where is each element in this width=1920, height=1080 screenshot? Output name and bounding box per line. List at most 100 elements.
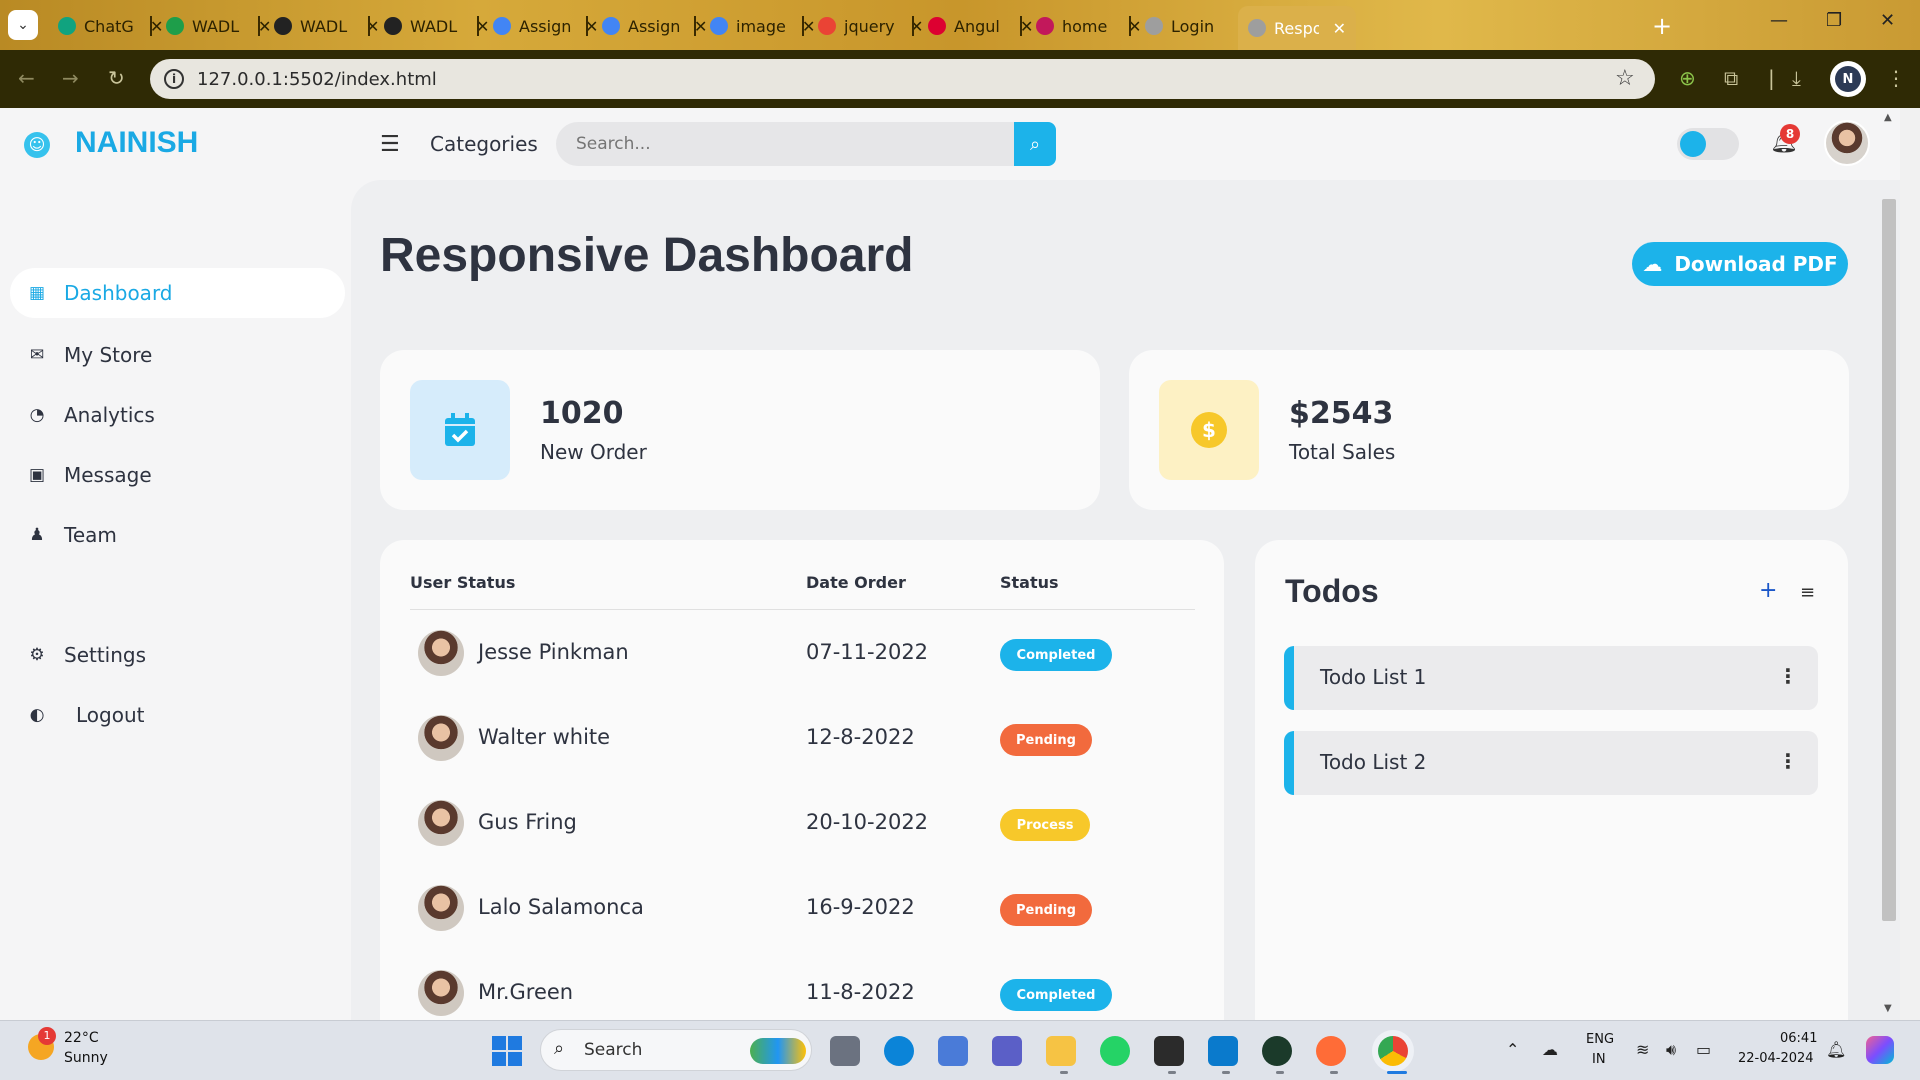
back-button[interactable]: ← — [18, 66, 35, 90]
close-window-button[interactable]: ✕ — [1880, 10, 1895, 31]
site-info-icon[interactable]: i — [164, 69, 184, 89]
row-avatar — [418, 800, 464, 846]
table-header-status: Status — [1000, 573, 1059, 592]
tab-search-button[interactable]: ⌄ — [8, 10, 38, 40]
scroll-down-arrow[interactable]: ▼ — [1884, 1003, 1892, 1014]
row-date: 12-8-2022 — [806, 725, 915, 749]
tab-title: image — [736, 16, 786, 36]
more-options-icon[interactable]: ⋮ — [1778, 664, 1798, 688]
sidebar-item-team[interactable]: ♟ Team — [10, 510, 345, 560]
browser-tab[interactable]: ChatG ✕ — [48, 6, 173, 46]
weather-temp[interactable]: 22°C — [64, 1030, 99, 1046]
running-indicator — [1168, 1071, 1176, 1074]
dollar-circle-icon: $ — [1159, 380, 1259, 480]
browser-tab[interactable]: Angul ✕ — [918, 6, 1043, 46]
sidebar-item-label: Dashboard — [64, 281, 173, 305]
user-avatar[interactable] — [1824, 120, 1870, 166]
browser-tab[interactable]: image ✕ — [700, 6, 825, 46]
input-language[interactable]: ENG — [1586, 1032, 1614, 1047]
minimize-button[interactable]: — — [1770, 10, 1788, 31]
new-tab-button[interactable]: + — [1652, 12, 1672, 40]
copilot-icon[interactable] — [1866, 1036, 1894, 1064]
tab-close-icon[interactable]: ✕ — [1333, 19, 1346, 38]
status-badge: Pending — [1000, 724, 1092, 756]
row-user-name: Jesse Pinkman — [478, 640, 629, 664]
downloads-icon[interactable]: ⤓ — [1792, 66, 1801, 90]
theme-toggle-knob[interactable] — [1680, 131, 1706, 157]
download-pdf-label: Download PDF — [1674, 252, 1838, 276]
browser-tab[interactable]: home ✕ — [1026, 6, 1151, 46]
address-url[interactable]: 127.0.0.1:5502/index.html — [197, 69, 437, 90]
wifi-icon[interactable]: ≋ — [1636, 1040, 1649, 1059]
chrome-icon[interactable] — [1378, 1036, 1408, 1066]
toolbar-divider: | — [1768, 66, 1775, 90]
scroll-up-arrow[interactable]: ▲ — [1884, 112, 1892, 123]
sidebar-item-logout[interactable]: ◐ Logout — [10, 690, 345, 740]
browser-tab[interactable]: WADL ✕ — [264, 6, 389, 46]
input-region[interactable]: IN — [1592, 1052, 1606, 1067]
brand-name[interactable]: NAINISH — [75, 126, 198, 160]
browser-tab[interactable]: jquery ✕ — [808, 6, 933, 46]
weather-condition[interactable]: Sunny — [64, 1050, 108, 1066]
notifications-bell-icon[interactable]: 🔔︎ — [1826, 1040, 1846, 1059]
profile-button[interactable]: N — [1830, 61, 1866, 97]
mongodb-icon[interactable] — [1262, 1036, 1292, 1066]
menu-toggle-icon[interactable]: ☰ — [380, 132, 400, 157]
more-options-icon[interactable]: ⋮ — [1778, 749, 1798, 773]
taskbar-search-label[interactable]: Search — [584, 1040, 642, 1060]
reload-button[interactable]: ↻ — [108, 66, 125, 90]
search-button[interactable]: ⌕ — [1014, 122, 1056, 166]
battery-icon[interactable]: ▭ — [1696, 1040, 1711, 1059]
onedrive-icon[interactable]: ☁ — [1542, 1040, 1558, 1059]
search-highlight-icon[interactable] — [750, 1038, 806, 1064]
browser-tab[interactable]: WADL ✕ — [156, 6, 281, 46]
tab-favicon-icon — [710, 17, 728, 35]
clock-date[interactable]: 22-04-2024 — [1738, 1051, 1814, 1066]
stat-label: New Order — [540, 440, 647, 464]
sidebar-item-label: Analytics — [64, 403, 155, 427]
sidebar-item-my-store[interactable]: ✉ My Store — [10, 330, 345, 380]
sidebar-item-analytics[interactable]: ◔ Analytics — [10, 390, 345, 440]
volume-icon[interactable]: 🔊︎ — [1666, 1040, 1676, 1060]
teams-icon[interactable] — [992, 1036, 1022, 1066]
clock-time[interactable]: 06:41 — [1780, 1031, 1817, 1046]
vscode-icon[interactable] — [1208, 1036, 1238, 1066]
search-input[interactable] — [556, 122, 1014, 166]
browser-tab[interactable]: Assign ✕ — [483, 6, 608, 46]
filter-icon[interactable]: ≡ — [1800, 582, 1815, 603]
add-todo-icon[interactable]: + — [1759, 578, 1777, 603]
bookmark-star-icon[interactable]: ☆ — [1615, 66, 1635, 91]
tray-overflow-icon[interactable]: ⌃ — [1506, 1040, 1519, 1059]
start-button[interactable] — [492, 1036, 522, 1066]
edge-icon[interactable] — [884, 1036, 914, 1066]
analytics-icon: ◔ — [29, 405, 45, 425]
file-explorer-icon[interactable] — [1046, 1036, 1076, 1066]
tab-favicon-icon — [493, 17, 511, 35]
tab-favicon-icon — [384, 17, 402, 35]
browser-menu-icon[interactable]: ⋮ — [1886, 66, 1906, 90]
browser-tab[interactable]: Respo ✕ — [1238, 6, 1356, 50]
browser-tab[interactable]: Assign ✕ — [592, 6, 717, 46]
sidebar-item-settings[interactable]: ⚙ Settings — [10, 630, 345, 680]
terminal-icon[interactable] — [1154, 1036, 1184, 1066]
browser-tab[interactable]: WADL ✕ — [374, 6, 499, 46]
whatsapp-icon[interactable] — [1100, 1036, 1130, 1066]
row-date: 16-9-2022 — [806, 895, 915, 919]
row-avatar — [418, 885, 464, 931]
restore-button[interactable]: ❐ — [1826, 10, 1842, 31]
row-user-name: Mr.Green — [478, 980, 574, 1004]
download-pdf-button[interactable]: ☁ Download PDF — [1632, 242, 1848, 286]
sidebar-item-dashboard[interactable]: ▦ Dashboard — [10, 268, 345, 318]
status-badge: Process — [1000, 809, 1090, 841]
postman-icon[interactable] — [1316, 1036, 1346, 1066]
sidebar-item-message[interactable]: ▣ Message — [10, 450, 345, 500]
row-avatar — [418, 630, 464, 676]
categories-link[interactable]: Categories — [430, 132, 538, 156]
scroll-thumb[interactable] — [1882, 199, 1896, 921]
store-app-icon[interactable] — [938, 1036, 968, 1066]
page-scrollbar[interactable] — [1900, 108, 1920, 1020]
forward-button[interactable]: → — [62, 66, 79, 90]
extension-plus-icon[interactable]: ⊕ — [1679, 66, 1696, 90]
task-view-icon[interactable] — [830, 1036, 860, 1066]
extensions-puzzle-icon[interactable]: ⧉ — [1724, 66, 1738, 90]
